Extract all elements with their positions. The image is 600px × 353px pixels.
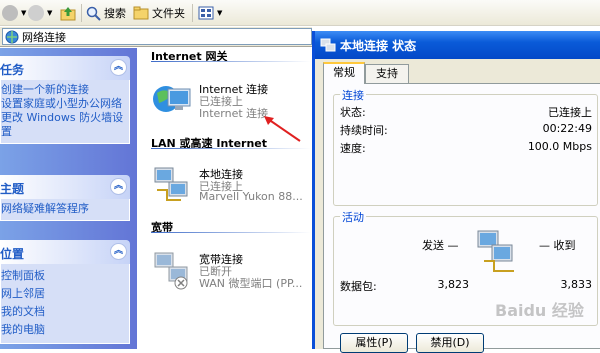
network-tasks-title: 任务 <box>0 63 25 77</box>
views-button[interactable]: ▼ <box>198 3 222 23</box>
my-computer-link[interactable]: 我的电脑 <box>1 321 129 339</box>
activity-computers-icon <box>477 230 514 272</box>
activity-section-title: 活动 <box>340 209 366 225</box>
task-setup-home-network[interactable]: 设置家庭或小型办公网络 <box>1 97 129 111</box>
network-tasks-panel: 任务 ︽ 创建一个新的连接 设置家庭或小型办公网络 更改 Windows 防火墙… <box>0 56 130 144</box>
properties-button[interactable]: 属性(P) <box>340 333 408 353</box>
packets-label: 数据包: <box>340 280 377 293</box>
folders-button[interactable]: 文件夹 <box>133 3 185 23</box>
collapse-chevron-icon[interactable]: ︽ <box>110 59 127 76</box>
broadband-connection-icon <box>154 252 188 290</box>
folders-label: 文件夹 <box>152 7 185 20</box>
collapse-chevron-icon[interactable]: ︽ <box>110 243 127 260</box>
views-icon <box>198 6 214 20</box>
connection-section: 连接 状态: 已连接上 持续时间: 00:22:49 速度: 100.0 Mbp… <box>333 87 598 206</box>
task-pane: 任务 ︽ 创建一个新的连接 设置家庭或小型办公网络 更改 Windows 防火墙… <box>0 48 137 349</box>
up-folder-button[interactable] <box>60 3 76 23</box>
packets-sent-value: 3,823 <box>437 278 470 291</box>
task-change-firewall[interactable]: 更改 Windows 防火墙设置 <box>1 111 129 139</box>
troubleshooter-link[interactable]: 网络疑难解答程序 <box>1 202 129 216</box>
toolbar: ▼ ▼ 搜索 文件夹 ▼ <box>0 0 600 26</box>
up-folder-icon <box>60 7 76 21</box>
speed-label: 速度: <box>340 142 366 155</box>
duration-value: 00:22:49 <box>542 122 592 135</box>
back-button[interactable]: ▼ <box>2 3 26 23</box>
speed-value: 100.0 Mbps <box>527 140 592 153</box>
dialog-title-bar[interactable]: 本地连接 状态 <box>315 31 600 59</box>
tab-general[interactable]: 常规 <box>323 62 365 84</box>
connection-device: Marvell Yukon 88... <box>199 190 303 203</box>
collapse-chevron-icon[interactable]: ︽ <box>110 178 127 195</box>
connection-section-title: 连接 <box>340 87 366 103</box>
baidu-watermark: Baidu 经验 <box>495 301 584 320</box>
disable-button[interactable]: 禁用(D) <box>416 333 484 353</box>
lan-connection-icon <box>154 167 188 201</box>
other-places-panel: 位置 ︽ 控制面板 网上邻居 我的文档 我的电脑 <box>0 240 130 344</box>
dropdown-icon: ▼ <box>47 9 53 17</box>
control-panel-link[interactable]: 控制面板 <box>1 267 129 285</box>
search-button[interactable]: 搜索 <box>86 3 126 23</box>
duration-label: 持续时间: <box>340 124 388 137</box>
see-also-title: 主题 <box>0 182 25 196</box>
connection-list: Internet 网关 Internet 连接 已连接上 Internet 连接… <box>137 48 312 349</box>
forward-arrow-icon <box>28 5 44 21</box>
network-status-icon <box>320 38 336 52</box>
folders-icon <box>133 6 149 20</box>
my-documents-link[interactable]: 我的文档 <box>1 303 129 321</box>
internet-gateway-icon <box>153 86 191 112</box>
search-label: 搜索 <box>104 7 126 20</box>
task-create-connection[interactable]: 创建一个新的连接 <box>1 83 129 97</box>
connection-device: Internet 连接 <box>199 107 269 120</box>
search-icon <box>86 6 101 21</box>
status-value: 已连接上 <box>548 106 592 119</box>
see-also-header[interactable]: 主题 ︽ <box>0 175 130 199</box>
dialog-title: 本地连接 状态 <box>340 38 417 53</box>
dropdown-icon: ▼ <box>217 9 223 17</box>
forward-button[interactable]: ▼ <box>28 3 52 23</box>
other-places-title: 位置 <box>0 247 25 261</box>
other-places-header[interactable]: 位置 ︽ <box>0 240 130 264</box>
network-tasks-header[interactable]: 任务 ︽ <box>0 56 130 80</box>
network-connections-icon <box>5 30 19 43</box>
address-field[interactable]: 网络连接 <box>2 28 312 45</box>
tab-support[interactable]: 支持 <box>365 64 409 83</box>
connection-status-dialog: 本地连接 状态 常规 支持 连接 状态: 已连接上 持续时间: 00:22:49… <box>312 31 600 353</box>
received-label: — 收到 <box>539 239 576 252</box>
dropdown-icon: ▼ <box>21 9 27 17</box>
network-neighborhood-link[interactable]: 网上邻居 <box>1 285 129 303</box>
connection-item[interactable]: 宽带连接 已断开 WAN 微型端口 (PP... <box>151 247 311 291</box>
address-value: 网络连接 <box>22 30 66 44</box>
status-label: 状态: <box>340 106 366 119</box>
connection-item[interactable]: 本地连接 已连接上 Marvell Yukon 88... <box>151 162 311 206</box>
connection-device: WAN 微型端口 (PP... <box>199 277 303 290</box>
see-also-panel: 主题 ︽ 网络疑难解答程序 <box>0 175 130 221</box>
back-arrow-icon <box>2 5 18 21</box>
packets-received-value: 3,833 <box>560 278 593 291</box>
address-bar: 网络连接 <box>0 27 312 47</box>
sent-label: 发送 — <box>422 239 459 252</box>
red-arrow-annotation <box>264 116 301 142</box>
